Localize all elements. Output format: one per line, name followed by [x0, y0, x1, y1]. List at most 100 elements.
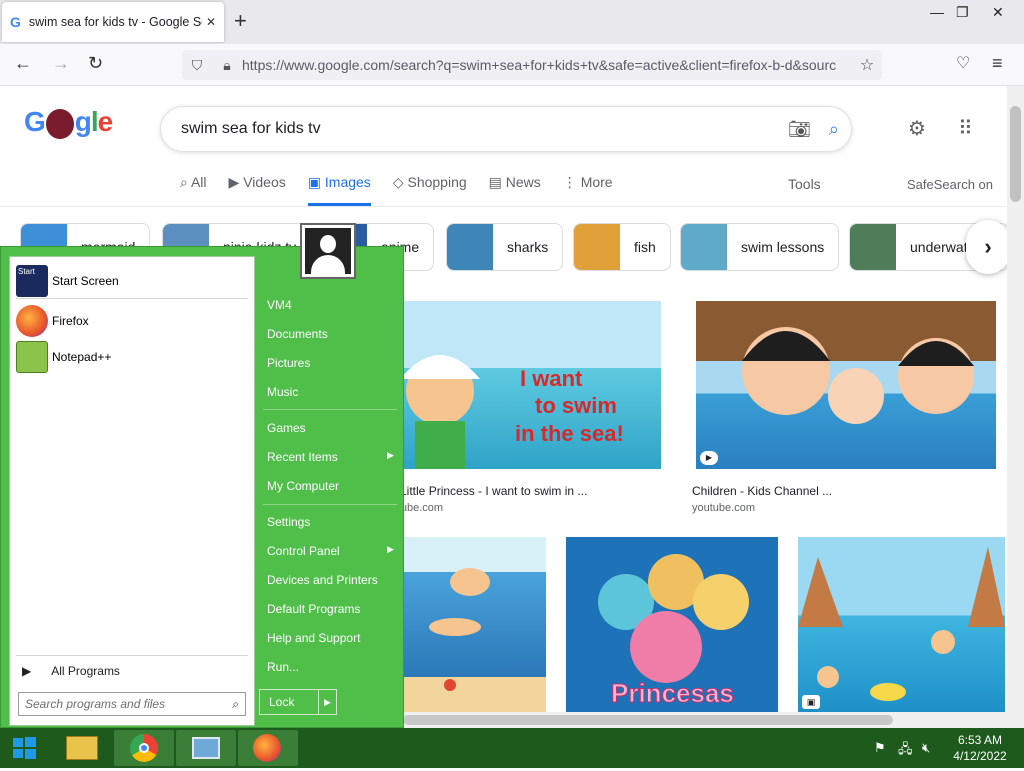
windows-logo-icon [13, 737, 36, 759]
chevron-right-icon[interactable]: › [966, 220, 1010, 274]
browser-nav-bar: ← → ↻ ⛉ 🔒︎ https://www.google.com/search… [0, 44, 1024, 86]
tab-images[interactable]: ▣ Images [307, 174, 371, 206]
restore-icon[interactable]: ❐ [956, 4, 969, 21]
link-recent-items[interactable]: Recent Items ▶ [267, 450, 405, 464]
tab-all[interactable]: ⌕ All [180, 174, 207, 206]
browser-tab[interactable]: G swim sea for kids tv - Google Se ✕ [2, 2, 224, 42]
browser-tab-bar: G swim sea for kids tv - Google Se ✕ + —… [0, 0, 1024, 44]
tab-videos[interactable]: ▶ Videos [229, 174, 286, 206]
scroll-thumb[interactable] [403, 715, 893, 725]
chip-sharks[interactable]: sharks [446, 223, 564, 271]
link-vm4[interactable]: VM4 [267, 298, 292, 312]
link-pictures[interactable]: Pictures [267, 356, 310, 370]
start-menu: Start Start Screen Firefox Notepad++ ▶ A… [0, 246, 404, 728]
vertical-scrollbar[interactable] [1007, 86, 1024, 728]
cartoon-illustration: Princesas [598, 554, 749, 709]
user-avatar[interactable] [300, 223, 356, 279]
system-clock[interactable]: 6:53 AM 4/12/2022 [950, 732, 1010, 764]
search-input[interactable]: swim sea for kids tv [181, 120, 770, 138]
result-caption[interactable]: Children - Kids Channel ... [692, 484, 832, 498]
svg-text:to swim: to swim [535, 393, 617, 418]
link-devices-and-printers[interactable]: Devices and Printers [267, 573, 378, 587]
link-my-computer[interactable]: My Computer [267, 479, 339, 493]
tab-news[interactable]: ▤ News [489, 174, 541, 206]
logo-letter: G [24, 106, 46, 137]
close-window-icon[interactable]: ✕ [992, 4, 1004, 21]
link-run[interactable]: Run... [267, 660, 299, 674]
tab-icon: ▶ [228, 174, 240, 190]
tools-button[interactable]: Tools [788, 176, 821, 192]
link-documents[interactable]: Documents [267, 327, 328, 341]
menu-icon[interactable]: ≡ [992, 53, 1003, 74]
start-button[interactable] [2, 730, 46, 766]
start-item-label: Firefox [52, 314, 89, 328]
lock-icon[interactable]: 🔒︎ [212, 57, 242, 74]
taskbar-remote-desktop[interactable] [176, 730, 236, 766]
link-help-and-support[interactable]: Help and Support [267, 631, 360, 645]
scroll-thumb[interactable] [1010, 106, 1021, 202]
link-control-panel[interactable]: Control Panel ▶ [267, 544, 405, 558]
pocket-icon[interactable]: ♡ [956, 53, 970, 73]
all-programs-button[interactable]: ▶ All Programs [22, 664, 120, 678]
triangle-right-icon: ▶ [387, 544, 394, 554]
link-label: Recent Items [267, 450, 338, 464]
search-icon[interactable]: ⌕ [829, 119, 839, 140]
result-caption[interactable]: The Little Princess - I want to swim in … [376, 484, 587, 498]
divider [263, 409, 397, 410]
tab-more[interactable]: ⋮ More [563, 174, 613, 206]
start-item-start-screen[interactable]: Start Start Screen [16, 265, 119, 297]
taskbar-file-explorer[interactable] [52, 730, 112, 766]
result-image-beach-kids[interactable]: ▣ [798, 537, 1005, 712]
forward-icon[interactable]: → [52, 53, 70, 74]
link-settings[interactable]: Settings [267, 515, 310, 529]
camera-icon[interactable]: 📷︎ [788, 119, 811, 140]
start-menu-programs-panel: Start Start Screen Firefox Notepad++ ▶ A… [9, 256, 255, 726]
taskbar-firefox[interactable] [238, 730, 298, 766]
search-tabs: ⌕ All ▶ Videos ▣ Images ◇ Shopping ▤ New… [180, 174, 635, 206]
url-bar[interactable]: ⛉ 🔒︎ https://www.google.com/search?q=swi… [182, 50, 882, 80]
all-programs-label: All Programs [51, 664, 120, 678]
clock-time: 6:53 AM [957, 733, 1003, 747]
divider [16, 298, 248, 299]
lock-button[interactable]: Lock ▶ [259, 689, 337, 715]
close-tab-icon[interactable]: ✕ [206, 15, 216, 29]
horizontal-scrollbar[interactable] [403, 712, 1007, 728]
start-item-notepadpp[interactable]: Notepad++ [16, 341, 111, 373]
back-icon[interactable]: ← [14, 53, 32, 74]
triangle-right-icon[interactable]: ▶ [318, 690, 336, 714]
link-music[interactable]: Music [267, 385, 298, 399]
volume-muted-icon[interactable]: 🔇︎ [922, 740, 930, 756]
shield-icon[interactable]: ⛉ [182, 57, 212, 74]
bookmark-star-icon[interactable]: ☆ [852, 55, 882, 75]
tab-icon: ⋮ [562, 174, 577, 190]
chip-swim-lessons[interactable]: swim lessons [680, 223, 840, 271]
start-item-firefox[interactable]: Firefox [16, 305, 89, 337]
chip-fish[interactable]: fish [573, 223, 671, 271]
search-icon[interactable]: ⌕ [232, 697, 239, 711]
tab-shopping[interactable]: ◇ Shopping [393, 174, 467, 206]
network-icon[interactable]: 🖧︎ [898, 740, 913, 762]
cartoon-illustration [798, 547, 1005, 701]
triangle-right-icon: ▶ [22, 664, 32, 678]
result-image-kids-channel[interactable]: ▶ [696, 301, 996, 469]
apps-grid-icon[interactable]: ⠿ [958, 116, 973, 141]
url-text[interactable]: https://www.google.com/search?q=swim+sea… [242, 57, 852, 73]
search-box[interactable]: swim sea for kids tv 📷︎ ⌕ [160, 106, 852, 152]
minimize-icon[interactable]: — [930, 4, 944, 20]
link-default-programs[interactable]: Default Programs [267, 602, 360, 616]
taskbar-chrome[interactable] [114, 730, 174, 766]
new-tab-icon[interactable]: + [234, 8, 247, 34]
result-image-princesas-do-mar[interactable]: Princesas [566, 537, 778, 712]
link-games[interactable]: Games [267, 421, 306, 435]
google-favicon-icon: G [10, 14, 21, 30]
tab-label: All [190, 174, 207, 190]
start-search-input[interactable]: Search programs and files ⌕ [18, 692, 246, 716]
chip-thumbnail [574, 224, 620, 270]
safesearch-label[interactable]: SafeSearch on [907, 177, 993, 192]
gear-icon[interactable]: ⚙ [908, 116, 926, 141]
reload-icon[interactable]: ↻ [88, 53, 103, 74]
google-doodle-logo[interactable]: Ggle [24, 106, 113, 139]
play-icon[interactable]: ▶ [700, 451, 718, 465]
flag-icon[interactable]: ⚑ [874, 740, 886, 756]
result-source[interactable]: youtube.com [692, 502, 755, 514]
